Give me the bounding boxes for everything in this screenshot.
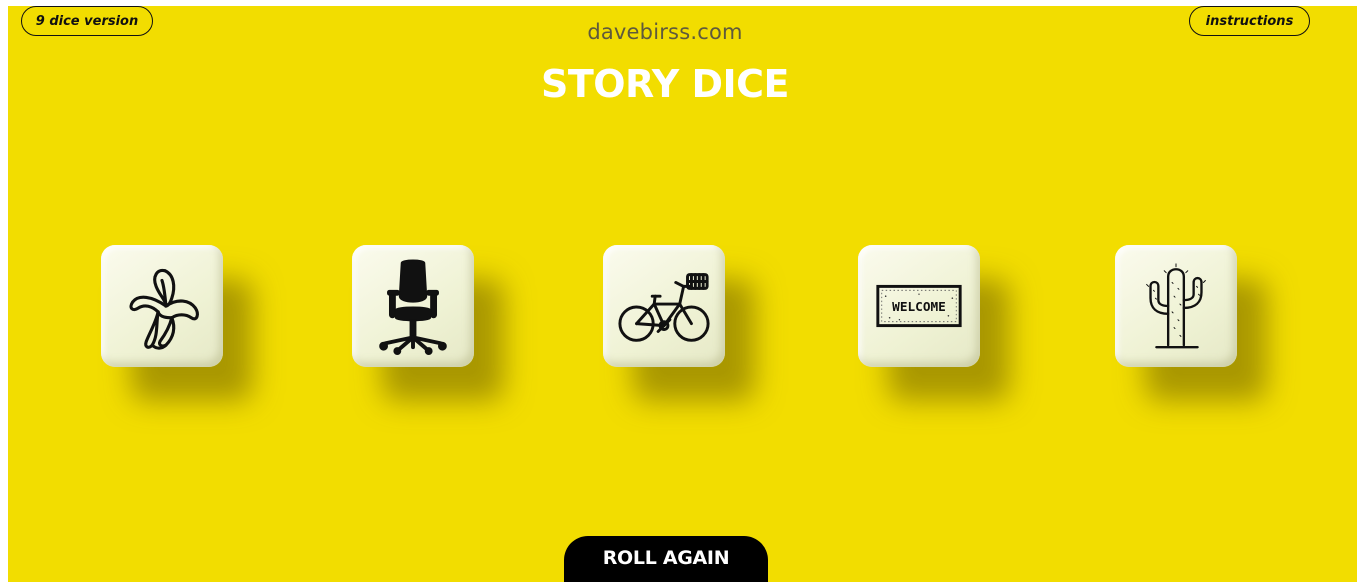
roll-again-button[interactable]: ROLL AGAIN: [564, 536, 768, 582]
die-welcome-mat[interactable]: WELCOME: [858, 245, 980, 367]
site-name: davebirss.com: [587, 20, 743, 44]
die-cactus[interactable]: [1115, 245, 1237, 367]
cactus-icon: [1146, 263, 1206, 349]
page-title: STORY DICE: [540, 62, 790, 106]
story-dice-stage: 9 dice version instructions davebirss.co…: [8, 6, 1357, 582]
office-chair-icon: [379, 259, 447, 355]
die-banana[interactable]: [101, 245, 223, 367]
die-office-chair[interactable]: [352, 245, 474, 367]
banana-icon: [129, 268, 199, 350]
welcome-mat-label: WELCOME: [892, 300, 946, 315]
welcome-mat-icon: WELCOME: [876, 284, 962, 328]
die-bicycle[interactable]: [603, 245, 725, 367]
bicycle-icon: [618, 273, 710, 342]
